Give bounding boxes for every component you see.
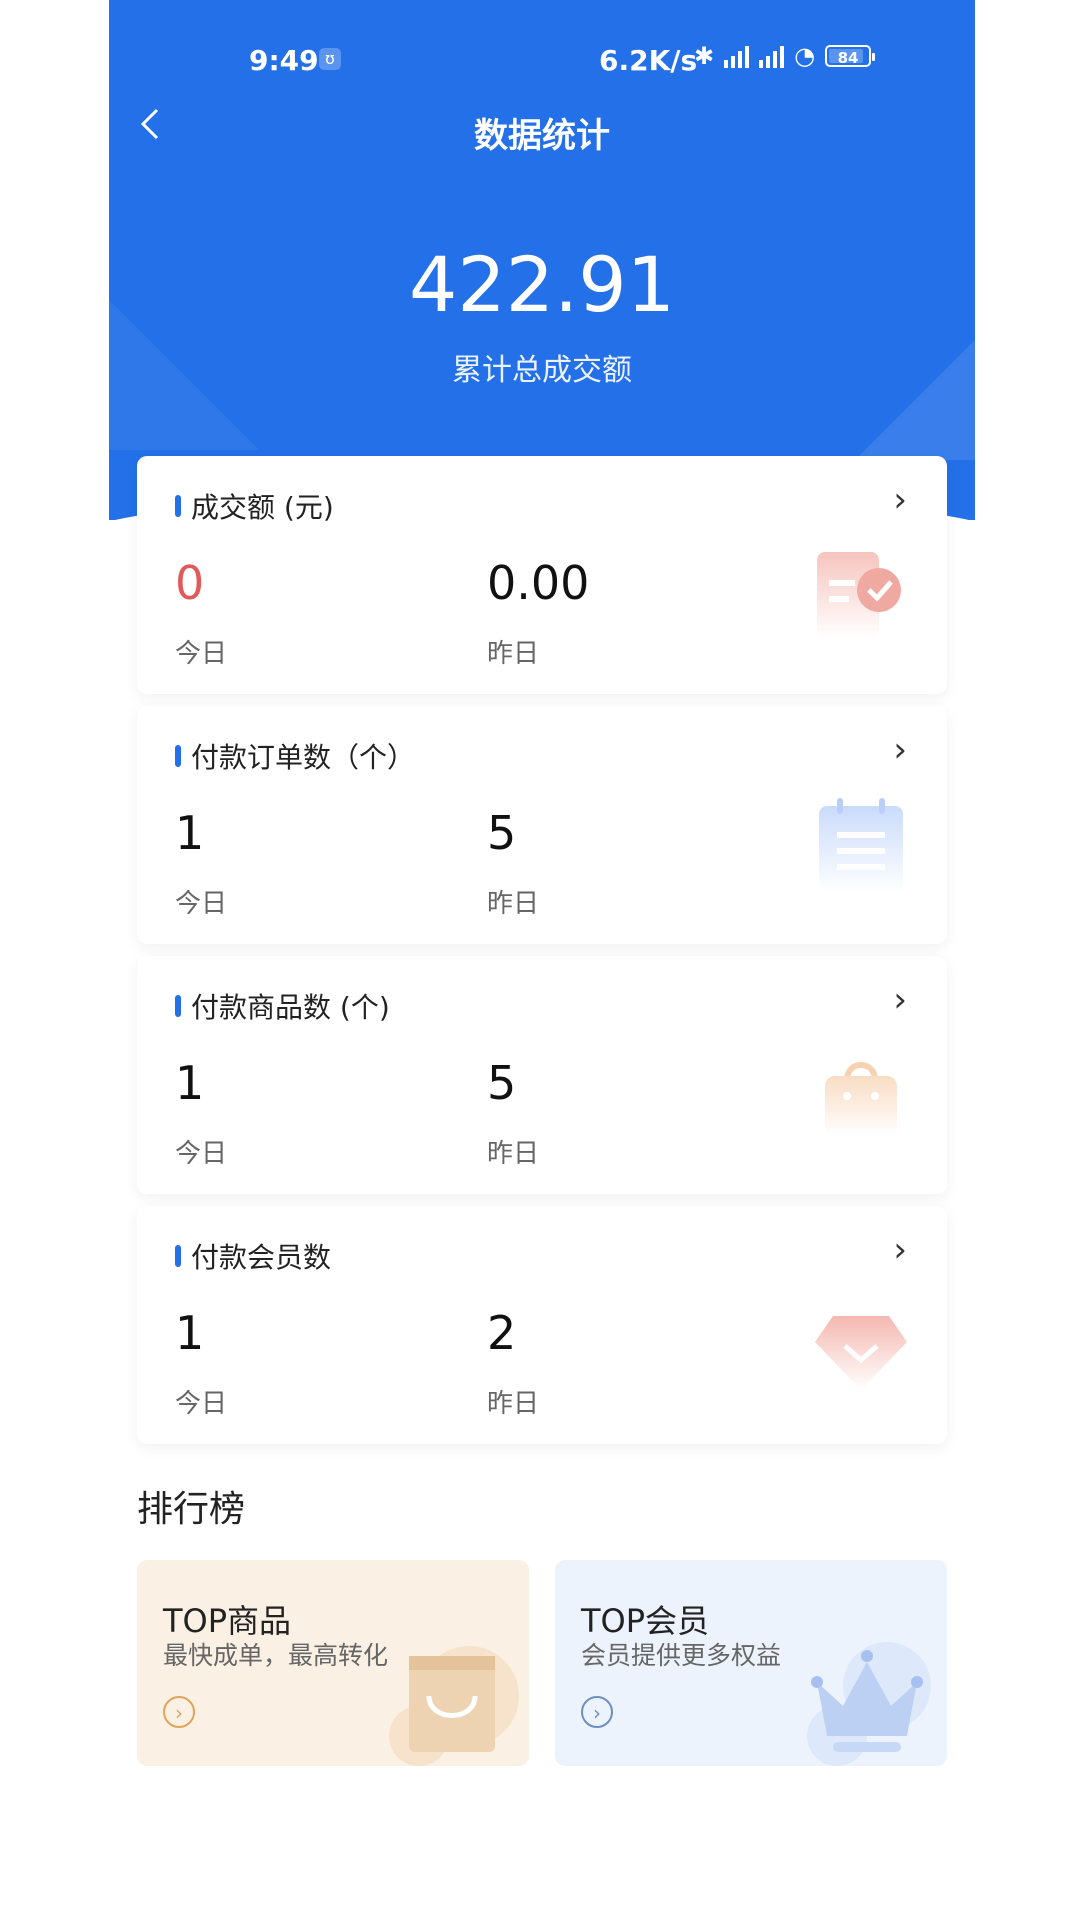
yesterday-label: 昨日 <box>487 1139 540 1169</box>
yesterday-value: 5 <box>487 1056 517 1110</box>
arrow-circle-icon[interactable]: › <box>581 1696 613 1728</box>
ranking-title: 排行榜 <box>137 1489 246 1530</box>
network-speed: 6.2K/s <box>599 44 698 77</box>
card-title: 付款订单数（个） <box>175 736 415 776</box>
bluetooth-icon: ✱ <box>694 42 715 70</box>
card-title: 付款商品数 (个) <box>175 986 390 1026</box>
header-banner: 9:49 ʊ 6.2K/s ✱ ◔ 84 数据统计 422.91 累计总成交额 <box>109 0 975 520</box>
gift-bag-icon <box>389 1646 519 1766</box>
card-paid-orders[interactable]: 付款订单数（个） › 1 5 今日 昨日 <box>137 706 947 944</box>
card-title: 成交额 (元) <box>175 486 334 526</box>
chevron-right-icon[interactable]: › <box>893 980 907 1020</box>
clipboard-icon <box>819 798 903 892</box>
card-title: 付款会员数 <box>175 1236 331 1276</box>
battery-icon: 84 <box>825 45 876 67</box>
card-paid-goods[interactable]: 付款商品数 (个) › 1 5 今日 昨日 <box>137 956 947 1194</box>
yesterday-value: 0.00 <box>487 556 590 610</box>
today-label: 今日 <box>175 889 228 919</box>
rank-top-members[interactable]: TOP会员 会员提供更多权益 › <box>555 1560 947 1766</box>
today-label: 今日 <box>175 1139 228 1169</box>
rank-top-goods[interactable]: TOP商品 最快成单，最高转化 › <box>137 1560 529 1766</box>
chevron-right-icon[interactable]: › <box>893 730 907 770</box>
rank-members-subtitle: 会员提供更多权益 <box>581 1641 782 1670</box>
chevron-right-icon[interactable]: › <box>893 1230 907 1270</box>
yesterday-value: 5 <box>487 806 517 860</box>
app-screen: 9:49 ʊ 6.2K/s ✱ ◔ 84 数据统计 422.91 累计总成交额 … <box>109 0 975 1920</box>
yesterday-label: 昨日 <box>487 889 540 919</box>
rank-goods-subtitle: 最快成单，最高转化 <box>163 1641 389 1670</box>
today-value: 1 <box>175 1056 205 1110</box>
page-title: 数据统计 <box>474 116 610 156</box>
total-amount: 422.91 <box>409 240 675 329</box>
chevron-right-icon[interactable]: › <box>893 480 907 520</box>
today-label: 今日 <box>175 1389 228 1419</box>
diamond-icon <box>815 1316 907 1390</box>
card-paid-members[interactable]: 付款会员数 › 1 2 今日 昨日 <box>137 1206 947 1444</box>
shopping-bag-icon <box>825 1062 897 1136</box>
wifi-icon: ◔ <box>794 42 816 70</box>
notification-icon: ʊ <box>319 48 341 70</box>
crown-icon <box>807 1642 931 1766</box>
total-amount-label: 累计总成交额 <box>452 353 632 388</box>
yesterday-label: 昨日 <box>487 1389 540 1419</box>
arrow-circle-icon[interactable]: › <box>163 1696 195 1728</box>
receipt-check-icon <box>817 552 901 638</box>
yesterday-label: 昨日 <box>487 639 540 669</box>
today-value: 0 <box>175 556 205 610</box>
today-value: 1 <box>175 806 205 860</box>
status-time: 9:49 <box>249 44 319 77</box>
yesterday-value: 2 <box>487 1306 517 1360</box>
card-sales-amount[interactable]: 成交额 (元) › 0 0.00 今日 昨日 <box>137 456 947 694</box>
today-label: 今日 <box>175 639 228 669</box>
today-value: 1 <box>175 1306 205 1360</box>
signal-icon <box>724 44 750 68</box>
status-bar: 9:49 ʊ 6.2K/s ✱ ◔ 84 <box>109 40 975 80</box>
signal-icon-2 <box>759 44 785 68</box>
